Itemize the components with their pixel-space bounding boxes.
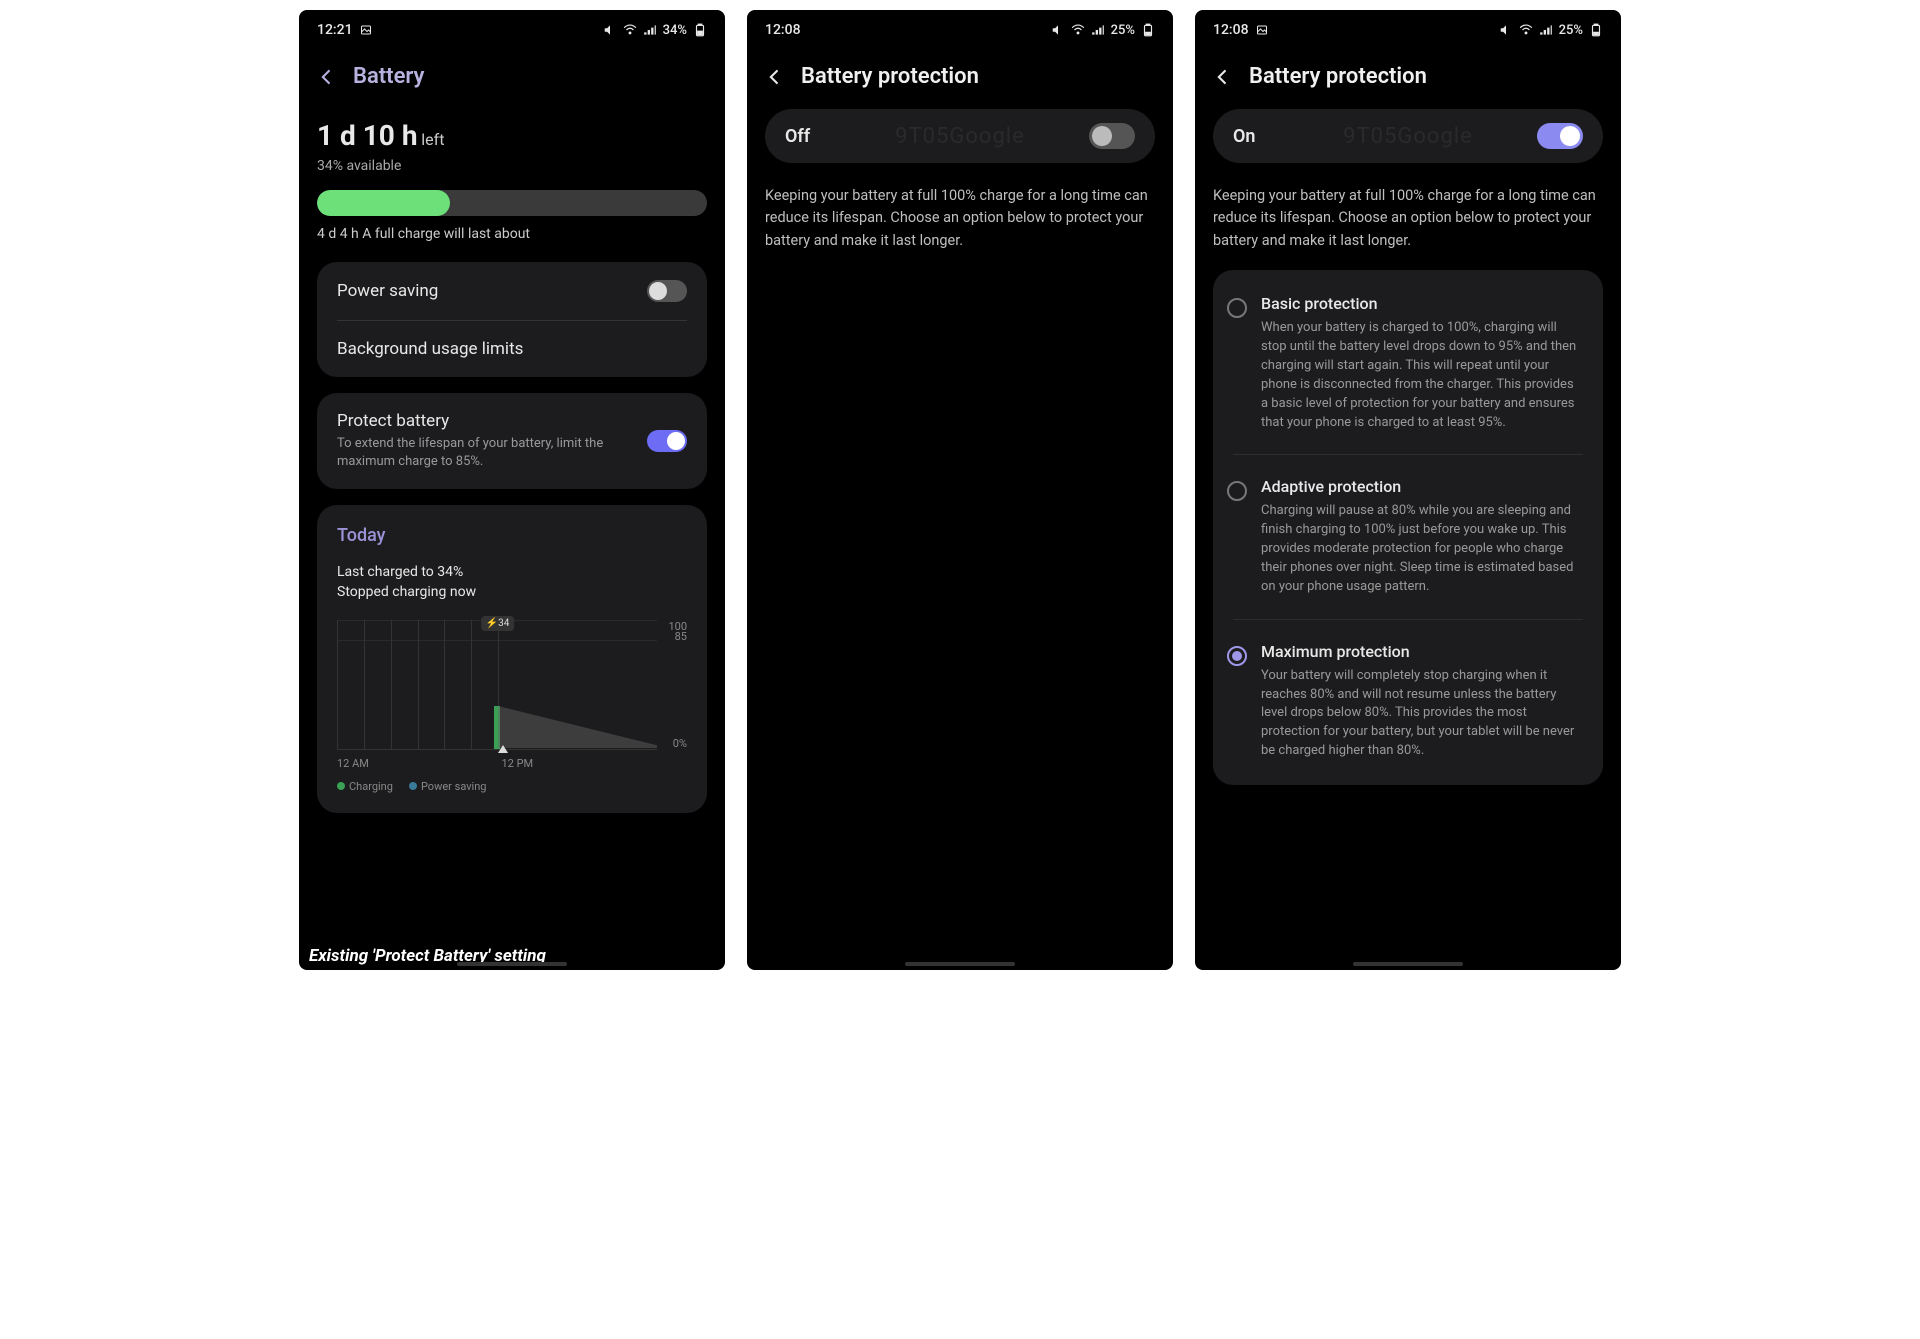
back-icon[interactable] [765,67,785,87]
back-icon[interactable] [1213,67,1233,87]
status-battery-pct: 25% [1111,23,1135,38]
signal-icon [1539,23,1553,37]
page-title: Battery protection [801,64,979,89]
chart-x-12pm: 12 PM [502,757,534,770]
page-title: Battery protection [1249,64,1427,89]
status-time: 12:21 [317,22,353,38]
power-saving-toggle[interactable] [647,280,687,302]
battery-icon [1141,23,1155,37]
protect-battery-label: Protect battery [337,411,637,431]
power-card: Power saving Background usage limits [317,262,707,377]
option-maximum[interactable]: Maximum protection Your battery will com… [1213,624,1603,779]
chart-x-12am: 12 AM [337,757,369,770]
time-remaining-value: 1 d 10 h [317,119,418,152]
screen-protection-on: 12:08 25% Battery protection On 9T05Goog… [1195,10,1621,970]
master-toggle-state: On [1233,126,1255,147]
chart-now-triangle [498,745,508,753]
option-basic-desc: When your battery is charged to 100%, ch… [1261,319,1583,432]
battery-chart: 100 85 0% ⚡34 [337,620,687,770]
back-icon[interactable] [317,67,337,87]
legend-powersaving: Power saving [421,780,487,793]
time-remaining-suffix: left [421,130,444,149]
battery-icon [693,23,707,37]
header: Battery protection [1195,46,1621,109]
mute-icon [603,23,617,37]
power-saving-row[interactable]: Power saving [317,262,707,320]
protect-battery-row[interactable]: Protect battery To extend the lifespan o… [317,393,707,489]
mute-icon [1051,23,1065,37]
today-stopped: Stopped charging now [337,584,687,600]
battery-bar-fill [317,190,450,216]
divider [1233,454,1583,455]
signal-icon [1091,23,1105,37]
image-icon [1255,24,1269,36]
today-last-charged: Last charged to 34% [337,564,687,580]
chart-y-85: 85 [661,630,687,643]
option-adaptive-desc: Charging will pause at 80% while you are… [1261,502,1583,596]
home-indicator[interactable] [457,962,567,966]
option-adaptive-title: Adaptive protection [1261,477,1583,496]
wifi-icon [1071,23,1085,37]
status-time: 12:08 [1213,22,1249,38]
status-time: 12:08 [765,22,801,38]
option-adaptive[interactable]: Adaptive protection Charging will pause … [1213,459,1603,614]
status-bar: 12:08 25% [747,10,1173,46]
protection-options: Basic protection When your battery is ch… [1213,270,1603,785]
protection-description: Keeping your battery at full 100% charge… [1213,185,1603,252]
today-card[interactable]: Today Last charged to 34% Stopped chargi… [317,505,707,813]
wifi-icon [623,23,637,37]
status-bar: 12:21 34% [299,10,725,46]
option-maximum-title: Maximum protection [1261,642,1583,661]
protect-battery-toggle[interactable] [647,430,687,452]
master-toggle[interactable] [1537,123,1583,149]
chart-legend: Charging Power saving [337,780,687,793]
radio-maximum[interactable] [1227,646,1247,666]
master-toggle-state: Off [785,126,810,147]
option-maximum-desc: Your battery will completely stop chargi… [1261,667,1583,761]
bg-usage-limits-label: Background usage limits [337,339,523,359]
header: Battery [299,46,725,109]
chart-projection [498,620,658,749]
power-saving-label: Power saving [337,281,438,301]
protect-battery-desc: To extend the lifespan of your battery, … [337,435,637,471]
battery-icon [1589,23,1603,37]
protect-battery-card: Protect battery To extend the lifespan o… [317,393,707,489]
chart-area: ⚡34 [337,620,657,750]
battery-bar [317,190,707,216]
option-basic[interactable]: Basic protection When your battery is ch… [1213,276,1603,450]
image-icon [359,24,373,36]
mute-icon [1499,23,1513,37]
status-battery-pct: 34% [663,23,687,38]
master-toggle-card[interactable]: Off 9T05Google [765,109,1155,163]
home-indicator[interactable] [905,962,1015,966]
home-indicator[interactable] [1353,962,1463,966]
divider [1233,619,1583,620]
today-title: Today [337,525,687,546]
status-battery-pct: 25% [1559,23,1583,38]
page-title: Battery [353,64,424,89]
legend-charging: Charging [349,780,393,793]
header: Battery protection [747,46,1173,109]
radio-basic[interactable] [1227,298,1247,318]
time-remaining: 1 d 10 h left 34% available [317,119,707,174]
chart-y-0: 0% [661,737,687,750]
battery-available: 34% available [317,158,707,174]
wifi-icon [1519,23,1533,37]
master-toggle-card[interactable]: On 9T05Google [1213,109,1603,163]
protection-description: Keeping your battery at full 100% charge… [765,185,1155,252]
master-toggle[interactable] [1089,123,1135,149]
option-basic-title: Basic protection [1261,294,1583,313]
screen-battery: 12:21 34% Battery 1 d 10 h left 34% avai… [299,10,725,970]
signal-icon [643,23,657,37]
radio-adaptive[interactable] [1227,481,1247,501]
bg-usage-limits-row[interactable]: Background usage limits [317,321,707,377]
screen-protection-off: 12:08 25% Battery protection Off 9T05Goo… [747,10,1173,970]
full-charge-estimate: 4 d 4 h A full charge will last about [317,226,707,242]
status-bar: 12:08 25% [1195,10,1621,46]
